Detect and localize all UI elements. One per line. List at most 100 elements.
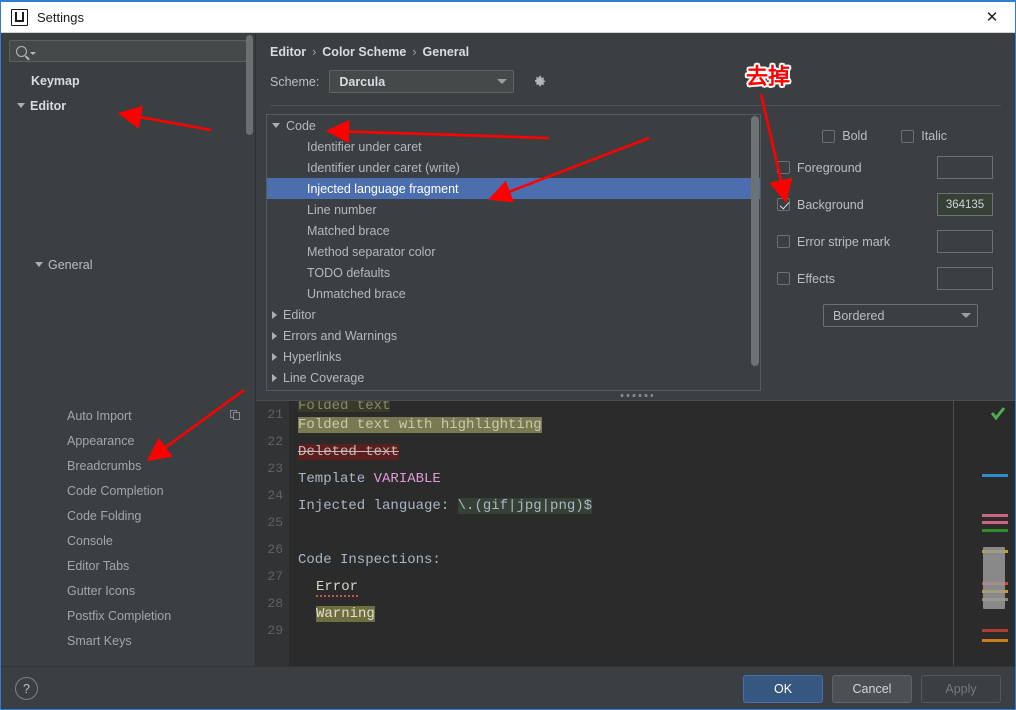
- color-tree-item-label: Editor: [283, 307, 316, 322]
- attribute-label: Effects: [797, 271, 835, 286]
- color-tree-item-line-number[interactable]: Line number: [267, 199, 760, 220]
- error-stripe-mark[interactable]: [982, 629, 1008, 632]
- chevron-right-icon[interactable]: [272, 331, 277, 340]
- error-stripe-mark[interactable]: [982, 529, 1008, 532]
- sidebar-item-general[interactable]: General: [1, 118, 255, 403]
- italic-checkbox[interactable]: Italic: [901, 129, 947, 143]
- error-stripe-mark[interactable]: [982, 474, 1008, 477]
- color-tree-item-method-separator-color[interactable]: Method separator color: [267, 241, 760, 262]
- sidebar-item-smart-keys[interactable]: Smart Keys: [1, 628, 255, 653]
- color-tree-item-label: Method separator color: [307, 244, 436, 259]
- color-tree-item-identifier-under-caret[interactable]: Identifier under caret: [267, 136, 760, 157]
- sidebar-item-keymap[interactable]: Keymap: [1, 68, 255, 93]
- chevron-down-icon[interactable]: [17, 103, 25, 108]
- chevron-right-icon[interactable]: [272, 373, 277, 382]
- color-tree-item-todo-defaults[interactable]: TODO defaults: [267, 262, 760, 283]
- color-settings-tree[interactable]: Code Identifier under caret Identifier und…: [266, 114, 761, 391]
- sidebar-item-label: Keymap: [31, 73, 80, 88]
- sidebar-item-code-folding[interactable]: Code Folding: [1, 503, 255, 528]
- color-tree-item-injected-language-fragment[interactable]: Injected language fragment: [267, 178, 760, 199]
- code-line: Code Inspections:: [298, 547, 953, 574]
- color-tree-item-hyperlinks[interactable]: Hyperlinks: [267, 346, 760, 367]
- effects-checkbox[interactable]: Effects: [777, 272, 937, 286]
- help-button[interactable]: ?: [15, 677, 38, 700]
- color-swatch[interactable]: 364135: [937, 193, 993, 216]
- sidebar-item-auto-import[interactable]: Auto Import: [1, 403, 255, 428]
- cancel-button[interactable]: Cancel: [832, 674, 912, 703]
- color-swatch-value: 364135: [945, 198, 985, 211]
- color-tree-item-errors-and-warnings[interactable]: Errors and Warnings: [267, 325, 760, 346]
- sidebar-item-breadcrumbs[interactable]: Breadcrumbs: [1, 453, 255, 478]
- error-stripe-mark[interactable]: [982, 514, 1008, 517]
- dialog-buttons: OK Cancel Apply: [743, 674, 1001, 703]
- color-tree-item-popups-and-hints[interactable]: Popups and Hints: [267, 388, 760, 390]
- search-input[interactable]: [40, 43, 240, 59]
- attribute-row: Background 364135: [777, 193, 1003, 216]
- color-tree-item-line-coverage[interactable]: Line Coverage: [267, 367, 760, 388]
- color-tree-item-editor[interactable]: Editor: [267, 304, 760, 325]
- code-line: Warning: [298, 601, 953, 628]
- sidebar-item-font[interactable]: Font: [1, 653, 255, 666]
- color-tree-scrollbar-thumb[interactable]: [751, 116, 759, 366]
- sidebar-item-gutter-icons[interactable]: Gutter Icons: [1, 578, 255, 603]
- color-swatch[interactable]: [937, 267, 993, 290]
- gear-icon[interactable]: [532, 74, 547, 89]
- preview-code[interactable]: Folded text Folded text with highlighting…: [289, 401, 953, 666]
- error-stripe-mark[interactable]: [982, 521, 1008, 524]
- sidebar-item-code-completion[interactable]: Code Completion: [1, 478, 255, 503]
- chevron-down-icon[interactable]: [272, 123, 280, 128]
- effect-type-value: Bordered: [833, 308, 885, 323]
- scheme-editor-area: Code Identifier under caret Identifier und…: [256, 106, 1015, 391]
- color-tree-item-label: Identifier under caret (write): [307, 160, 460, 175]
- search-field[interactable]: [9, 40, 247, 62]
- breadcrumb-part[interactable]: General: [423, 45, 470, 59]
- preview-scrollbar-thumb[interactable]: [983, 547, 1005, 609]
- bold-label: Bold: [842, 129, 868, 143]
- sidebar-item-editor-tabs[interactable]: Editor Tabs: [1, 553, 255, 578]
- sidebar-item-console[interactable]: Console: [1, 528, 255, 553]
- foreground-checkbox[interactable]: Foreground: [777, 161, 937, 175]
- chevron-right-icon[interactable]: [272, 352, 277, 361]
- breadcrumb-part[interactable]: Color Scheme: [322, 45, 406, 59]
- color-tree-item-code[interactable]: Code: [267, 115, 760, 136]
- sidebar-item-appearance[interactable]: Appearance: [1, 428, 255, 453]
- color-tree-item-label: TODO defaults: [307, 265, 391, 280]
- sidebar-scrollbar-thumb[interactable]: [246, 35, 253, 135]
- preview-splitter[interactable]: [256, 391, 1015, 400]
- chevron-down-icon: [961, 313, 971, 318]
- color-tree-item-unmatched-brace[interactable]: Unmatched brace: [267, 283, 760, 304]
- background-checkbox[interactable]: Background: [777, 198, 937, 212]
- sidebar-item-label: Console: [67, 533, 113, 548]
- color-tree-item-label: Matched brace: [307, 223, 390, 238]
- color-swatch[interactable]: [937, 156, 993, 179]
- scheme-select[interactable]: Darcula: [329, 70, 515, 93]
- color-tree-item-matched-brace[interactable]: Matched brace: [267, 220, 760, 241]
- plain-span: Code Inspections:: [298, 552, 441, 568]
- ok-button[interactable]: OK: [743, 674, 823, 703]
- bold-checkbox[interactable]: Bold: [822, 129, 867, 143]
- error-stripe-mark-checkbox[interactable]: Error stripe mark: [777, 235, 937, 249]
- chevron-right-icon[interactable]: [272, 310, 277, 319]
- color-tree-item-label: Errors and Warnings: [283, 328, 398, 343]
- apply-button[interactable]: Apply: [921, 674, 1001, 703]
- color-tree-item-label: Hyperlinks: [283, 349, 342, 364]
- color-tree-item-identifier-under-caret-write[interactable]: Identifier under caret (write): [267, 157, 760, 178]
- effect-type-select[interactable]: Bordered: [823, 304, 978, 327]
- color-swatch[interactable]: [937, 230, 993, 253]
- sidebar-item-label: Breadcrumbs: [67, 458, 142, 473]
- duplicate-icon[interactable]: [230, 410, 241, 421]
- line-number: 28: [267, 596, 283, 611]
- sidebar-tree[interactable]: Keymap Editor General Auto Import Appearance…: [1, 68, 255, 666]
- error-stripe-gutter[interactable]: [954, 401, 1015, 666]
- close-icon[interactable]: ✕: [969, 2, 1015, 32]
- chevron-down-icon[interactable]: [35, 262, 43, 267]
- line-number-gutter: 21 22 23 24 25 26 27 28 29: [256, 401, 289, 666]
- sidebar-item-postfix-completion[interactable]: Postfix Completion: [1, 603, 255, 628]
- sidebar-item-editor[interactable]: Editor: [1, 93, 255, 118]
- scheme-label: Scheme:: [270, 74, 320, 89]
- breadcrumb-part[interactable]: Editor: [270, 45, 306, 59]
- injected-fragment-span: \.(gif|jpg|png)$: [457, 498, 593, 514]
- error-stripe-mark[interactable]: [982, 639, 1008, 642]
